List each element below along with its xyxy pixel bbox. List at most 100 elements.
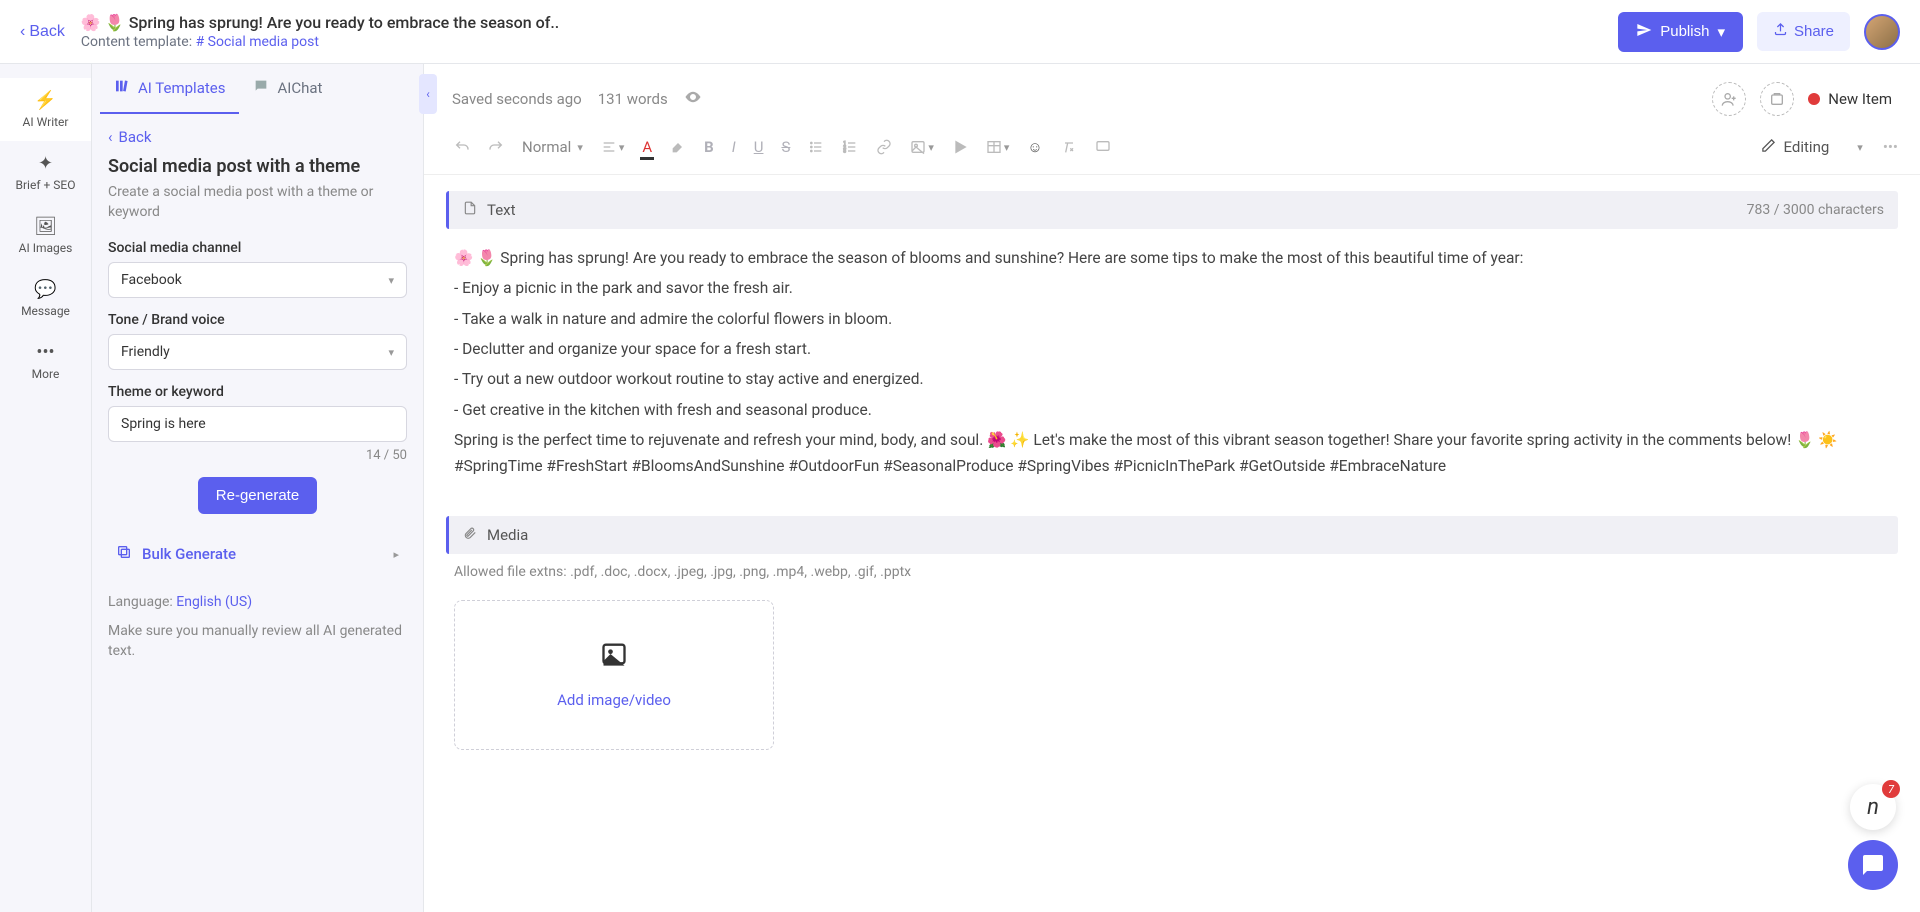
content-bullet-2: - Take a walk in nature and admire the c… <box>454 306 1890 332</box>
rail-ai-images-label: AI Images <box>19 241 73 255</box>
word-count: 131 words <box>598 90 668 108</box>
notification-badge: 7 <box>1882 780 1900 798</box>
bulk-label: Bulk Generate <box>142 545 236 563</box>
upload-label: Add image/video <box>557 691 671 709</box>
bullet-list-button[interactable] <box>800 133 832 161</box>
back-label: Back <box>29 23 65 41</box>
chevron-down-icon: ▾ <box>928 141 934 154</box>
document-icon <box>463 201 477 219</box>
regenerate-button[interactable]: Re-generate <box>198 477 317 514</box>
publish-button[interactable]: Publish ▾ <box>1618 12 1743 52</box>
emoji-button[interactable]: ☺ <box>1019 132 1050 162</box>
avatar[interactable] <box>1864 14 1900 50</box>
chevron-down-icon: ▾ <box>619 141 625 154</box>
video-button[interactable] <box>944 133 976 161</box>
chat-icon: 💬 <box>34 279 56 300</box>
text-section-header: Text 783 / 3000 characters <box>446 191 1898 229</box>
red-dot-icon <box>1808 93 1820 105</box>
share-button[interactable]: Share <box>1757 12 1850 51</box>
tab-ai-templates[interactable]: AI Templates <box>100 64 239 114</box>
books-icon <box>114 78 130 98</box>
chevron-left-icon: ‹ <box>20 23 25 41</box>
text-section-label: Text <box>487 201 516 219</box>
tab-ai-chat[interactable]: AIChat <box>239 64 336 114</box>
tone-select[interactable]: Friendly ▾ <box>108 334 407 370</box>
bulk-generate-button[interactable]: Bulk Generate ▸ <box>108 534 407 574</box>
side-panel: AI Templates AIChat ‹ Back Social media … <box>92 64 424 912</box>
content-outro: Spring is the perfect time to rejuvenate… <box>454 427 1890 480</box>
editing-mode-select[interactable]: Editing ▾ ••• <box>1761 138 1898 157</box>
rail-message[interactable]: 💬 Message <box>0 267 91 330</box>
highlight-button[interactable] <box>662 133 694 161</box>
intercom-chat-button[interactable] <box>1848 840 1898 890</box>
undo-button[interactable] <box>446 133 478 161</box>
table-button[interactable]: ▾ <box>978 133 1018 161</box>
italic-button[interactable]: I <box>724 132 744 162</box>
redo-button[interactable] <box>480 133 512 161</box>
rail-ai-writer-label: AI Writer <box>23 115 69 129</box>
link-button[interactable] <box>868 133 900 161</box>
status-left: Saved seconds ago 131 words <box>452 88 702 110</box>
theme-input[interactable] <box>108 406 407 442</box>
numbered-list-button[interactable]: 123 <box>834 133 866 161</box>
pencil-icon <box>1761 138 1776 157</box>
template-link[interactable]: # Social media post <box>196 34 319 50</box>
content-bullet-1: - Enjoy a picnic in the park and savor t… <box>454 275 1890 301</box>
notifications-bubble[interactable]: n 7 <box>1850 784 1896 830</box>
content-intro: 🌸 🌷 Spring has sprung! Are you ready to … <box>454 245 1890 271</box>
rail-brief-seo[interactable]: ✦ Brief + SEO <box>0 141 91 204</box>
tone-value: Friendly <box>121 344 170 360</box>
brief-button[interactable] <box>1760 82 1794 116</box>
publish-label: Publish <box>1660 23 1709 40</box>
bold-button[interactable]: B <box>696 132 722 162</box>
content-bullet-4: - Try out a new outdoor workout routine … <box>454 366 1890 392</box>
saved-status: Saved seconds ago <box>452 90 582 108</box>
rail-ai-writer[interactable]: ⚡ AI Writer <box>0 78 91 141</box>
paragraph-style-select[interactable]: Normal ▾ <box>514 132 591 162</box>
tab-chat-label: AIChat <box>277 79 322 97</box>
more-icon[interactable]: ••• <box>1883 138 1898 156</box>
comment-button[interactable] <box>1087 133 1119 161</box>
floating-buttons: n 7 <box>1848 784 1898 890</box>
style-label: Normal <box>522 138 571 156</box>
new-item-status[interactable]: New Item <box>1808 90 1892 108</box>
content-bullet-3: - Declutter and organize your space for … <box>454 336 1890 362</box>
channel-select[interactable]: Facebook ▾ <box>108 262 407 298</box>
chevron-down-icon: ▾ <box>1004 141 1010 154</box>
target-icon: ✦ <box>38 153 53 174</box>
panel-back-button[interactable]: ‹ Back <box>108 128 407 146</box>
rail-more[interactable]: ••• More <box>0 330 91 393</box>
share-label: Share <box>1794 23 1834 40</box>
header-left: ‹ Back 🌸 🌷 Spring has sprung! Are you re… <box>20 13 559 50</box>
rail-brief-seo-label: Brief + SEO <box>16 178 76 192</box>
chevron-left-icon: ‹ <box>426 87 430 101</box>
back-button[interactable]: ‹ Back <box>20 23 65 41</box>
rail-ai-images[interactable]: 🖼 AI Images <box>0 204 91 267</box>
upload-box[interactable]: Add image/video <box>454 600 774 750</box>
document-title: 🌸 🌷 Spring has sprung! Are you ready to … <box>81 13 559 32</box>
align-button[interactable]: ▾ <box>593 133 633 161</box>
image-icon <box>600 640 628 675</box>
media-note: Allowed file extns: .pdf, .doc, .docx, .… <box>424 554 1920 590</box>
collapse-panel-button[interactable]: ‹ <box>419 74 437 114</box>
status-right: New Item <box>1712 82 1892 116</box>
content-bullet-5: - Get creative in the kitchen with fresh… <box>454 397 1890 423</box>
clear-format-button[interactable] <box>1053 133 1085 161</box>
image-button[interactable]: ▾ <box>902 133 942 161</box>
rail-more-label: More <box>32 367 60 381</box>
chevron-down-icon: ▾ <box>388 274 394 287</box>
editor-toolbar: Normal ▾ ▾ A B I U S 123 ▾ ▾ ☺ Editing ▾… <box>424 126 1920 175</box>
chevron-down-icon: ▾ <box>1717 23 1725 41</box>
underline-button[interactable]: U <box>746 132 772 162</box>
chevron-right-icon: ▸ <box>393 548 399 561</box>
editor-content[interactable]: 🌸 🌷 Spring has sprung! Are you ready to … <box>424 229 1920 500</box>
template-line: Content template: # Social media post <box>81 34 559 50</box>
char-count: 783 / 3000 characters <box>1747 202 1884 218</box>
editing-label: Editing <box>1784 138 1830 156</box>
title-block: 🌸 🌷 Spring has sprung! Are you ready to … <box>81 13 559 50</box>
text-color-button[interactable]: A <box>634 132 660 162</box>
add-collaborator-button[interactable] <box>1712 82 1746 116</box>
eye-icon[interactable] <box>684 88 702 110</box>
strikethrough-button[interactable]: S <box>773 132 798 162</box>
language-link[interactable]: English (US) <box>176 594 252 610</box>
